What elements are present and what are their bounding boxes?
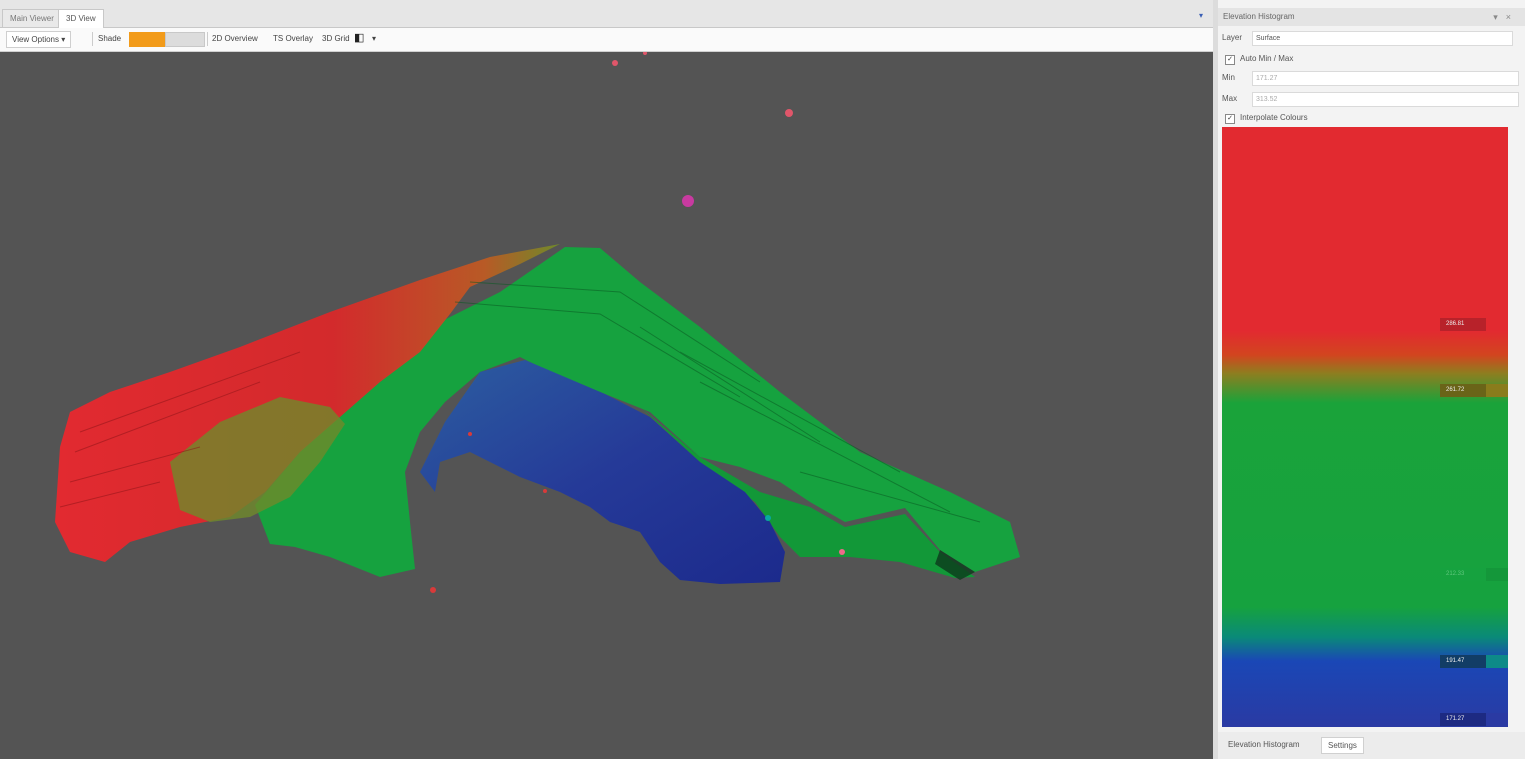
min-input[interactable]: 171.27 [1252,71,1519,86]
chevron-down-icon: ▾ [61,35,66,44]
survey-point[interactable] [765,515,771,521]
survey-point[interactable] [839,549,845,555]
panel-menu-icon[interactable]: ▾ [1493,12,1506,22]
color-stop-marker[interactable]: 171.27 [1440,713,1508,726]
layer-row: Layer Surface [1222,31,1518,46]
auto-min-max-label: Auto Min / Max [1240,54,1294,63]
2d-overview-button[interactable]: 2D Overview [212,31,258,46]
ts-overlay-button[interactable]: TS Overlay [273,31,313,46]
tab-label: Elevation Histogram [1228,740,1300,749]
3d-grid-button[interactable]: 3D Grid [322,31,350,46]
auto-min-max-checkbox[interactable]: ✓ [1225,55,1235,65]
marker-value: 286.81 [1446,321,1465,327]
min-row: Min 171.27 [1222,71,1519,86]
panel-title-bar: Elevation Histogram ▾× [1218,8,1525,26]
layer-select[interactable]: Surface [1252,31,1513,46]
marker-color-cap [1486,713,1508,726]
interpolate-row: ✓ Interpolate Colours [1222,111,1518,125]
view-options-label: View Options [12,35,59,44]
tab-label: Main Viewer [10,14,54,23]
tab-list-dropdown-icon[interactable]: ▾ [1196,11,1206,21]
tab-label: Settings [1328,741,1357,750]
max-input[interactable]: 313.52 [1252,92,1519,107]
marker-color-cap [1486,318,1508,331]
shade-secondary-swatch[interactable] [165,32,205,47]
layer-label: Layer [1222,33,1243,42]
tab-main-viewer[interactable]: Main Viewer [2,9,62,27]
panel-header-buttons: ▾× [1493,8,1519,26]
max-label: Max [1222,94,1238,103]
max-row: Max 313.52 [1222,92,1519,107]
view-options-dropdown[interactable]: View Options ▾ [6,31,72,48]
document-tab-strip: Main Viewer 3D View ▾ [0,0,1213,28]
color-stop-marker[interactable]: 261.72 [1440,384,1508,397]
auto-min-max-row: ✓ Auto Min / Max [1222,52,1518,66]
view-toolbar: View Options ▾ Shade 2D Overview TS Over… [0,28,1213,52]
marker-value: 212.33 [1446,571,1465,577]
interpolate-checkbox[interactable]: ✓ [1225,114,1235,124]
survey-point[interactable] [682,195,694,207]
color-stop-marker[interactable]: 212.33 [1440,568,1508,581]
toolbar-divider [92,32,93,46]
marker-value: 261.72 [1446,387,1465,393]
survey-point[interactable] [643,52,647,55]
marker-color-cap [1486,384,1508,397]
terrain-render [55,52,1020,593]
tab-elevation-histogram[interactable]: Elevation Histogram [1222,737,1306,752]
3d-view-pane: Main Viewer 3D View ▾ View Options ▾ Sha… [0,0,1213,759]
survey-point[interactable] [612,60,618,66]
tab-settings[interactable]: Settings [1321,737,1364,754]
survey-point[interactable] [785,109,793,117]
survey-point[interactable] [543,489,547,493]
marker-value: 191.47 [1446,658,1465,664]
marker-color-cap [1486,568,1508,581]
shade-color-swatch[interactable] [129,32,165,47]
color-stop-marker[interactable]: 286.81 [1440,318,1508,331]
marker-color-cap [1486,655,1508,668]
shade-label: Shade [98,34,122,43]
close-icon[interactable]: × [1506,12,1519,22]
layers-icon[interactable]: ◧ [354,31,364,46]
survey-point[interactable] [430,587,436,593]
toolbar-divider [207,32,208,46]
interpolate-label: Interpolate Colours [1240,113,1308,122]
tab-label: 3D View [66,14,96,23]
panel-bottom-tabs: Elevation Histogram Settings [1218,732,1525,759]
more-options-chevron[interactable]: ▾ [372,31,376,46]
elevation-color-ramp[interactable] [1222,127,1508,727]
marker-value: 171.27 [1446,716,1465,722]
panel-title: Elevation Histogram [1223,12,1295,21]
min-label: Min [1222,73,1235,82]
color-stop-marker[interactable]: 191.47 [1440,655,1508,668]
3d-viewport[interactable] [0,52,1213,759]
tab-3d-view[interactable]: 3D View [58,9,104,28]
survey-point[interactable] [468,432,472,436]
